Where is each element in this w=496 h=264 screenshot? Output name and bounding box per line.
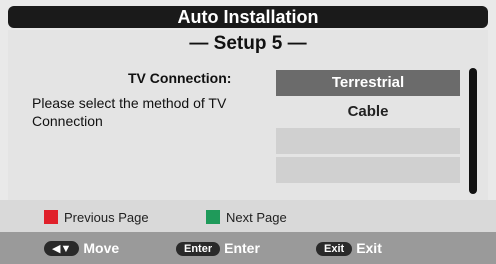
page-legend: Previous Page Next Page	[0, 200, 496, 232]
exit-key-icon: Exit	[316, 242, 353, 256]
enter-label: Enter	[224, 240, 260, 256]
move-label: Move	[83, 240, 120, 256]
previous-page-label: Previous Page	[64, 210, 149, 225]
options-scrollbar[interactable]	[469, 68, 477, 194]
option-empty-slot	[276, 157, 460, 183]
exit-hint[interactable]: Exit Exit	[316, 240, 382, 256]
connection-options-list: Terrestrial Cable	[276, 70, 460, 186]
next-page-hint[interactable]: Next Page	[206, 210, 287, 225]
instruction-text: Please select the method of TV Connectio…	[32, 95, 227, 129]
navigation-hints: ◀▼ Move Enter Enter Exit Exit	[0, 232, 496, 264]
option-cable[interactable]: Cable	[276, 99, 460, 125]
red-key-icon	[44, 210, 58, 224]
enter-key-icon: Enter	[176, 242, 221, 256]
window-title: Auto Installation	[8, 6, 488, 28]
option-terrestrial[interactable]: Terrestrial	[276, 70, 460, 96]
green-key-icon	[206, 210, 220, 224]
exit-label: Exit	[356, 240, 382, 256]
setup-panel: — Setup 5 — TV Connection: Please select…	[8, 30, 488, 200]
setup-step-title: — Setup 5 —	[189, 33, 307, 54]
enter-hint[interactable]: Enter Enter	[176, 240, 260, 256]
next-page-label: Next Page	[226, 210, 287, 225]
option-empty-slot	[276, 128, 460, 154]
tv-connection-label: TV Connection:	[128, 70, 232, 86]
previous-page-hint[interactable]: Previous Page	[44, 210, 149, 225]
move-hint[interactable]: ◀▼ Move	[44, 240, 119, 256]
arrow-keys-icon: ◀▼	[44, 241, 80, 256]
